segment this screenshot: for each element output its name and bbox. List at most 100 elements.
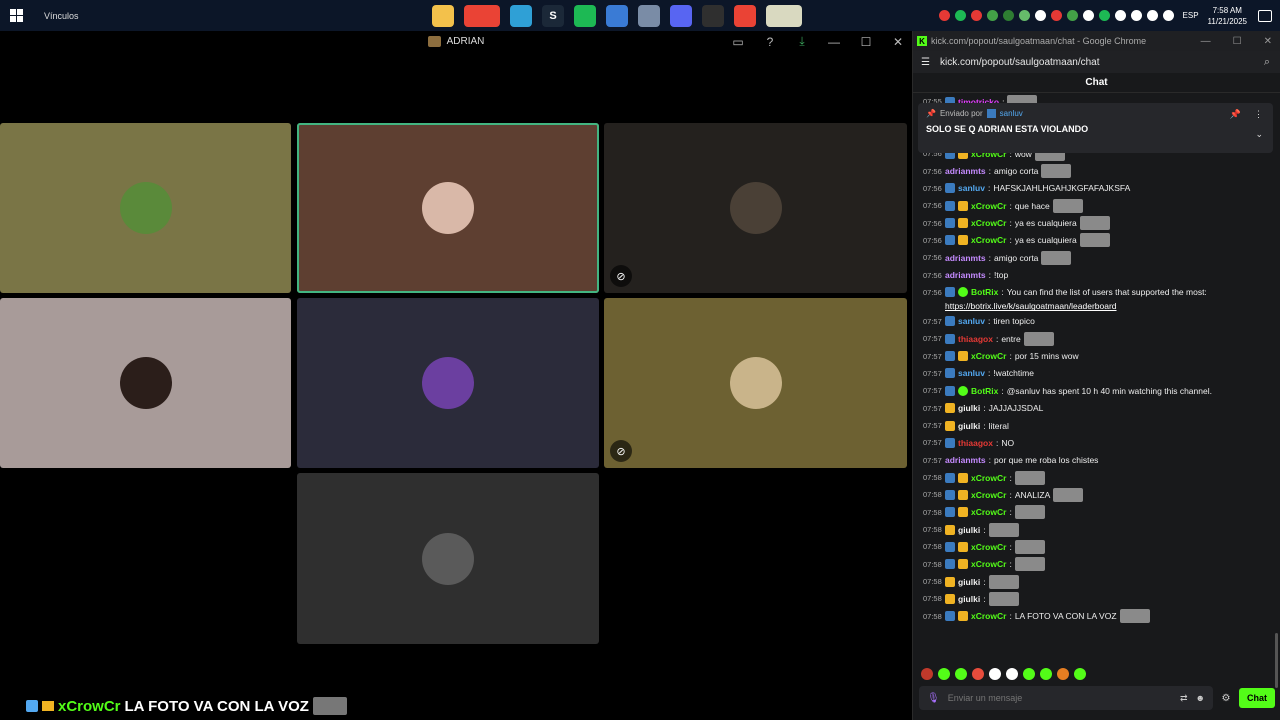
inbox-icon[interactable]: ▭ [730,35,746,49]
tray-icon[interactable] [1082,10,1094,21]
message-username[interactable]: xCrowCr [971,507,1006,517]
url-text[interactable]: kick.com/popout/saulgoatmaan/chat [940,57,1100,68]
tray-icon[interactable] [1098,10,1110,21]
chat-message[interactable]: 07:58 xCrowCr: [923,469,1279,486]
microphone-icon[interactable]: 🎙 [927,693,940,704]
links-toolbar-label[interactable]: Vínculos [44,11,424,21]
message-username[interactable]: BotRix [971,386,998,396]
message-link[interactable]: https://botrix.live/k/saulgoatmaan/leade… [923,301,1279,312]
close-icon[interactable]: ✕ [890,35,906,49]
notes-icon[interactable] [638,4,660,27]
tray-icon[interactable] [1130,10,1142,21]
quick-emote[interactable] [938,668,950,680]
message-username[interactable]: thiaagox [958,438,993,448]
message-username[interactable]: thiaagox [958,334,993,344]
chevron-down-icon[interactable]: ⌄ [1255,129,1263,140]
message-username[interactable]: xCrowCr [971,473,1006,483]
chat-message[interactable]: 07:57 giulki: literal [923,417,1279,434]
tray-icon[interactable] [1146,10,1158,21]
chat-message[interactable]: 07:58 giulki: [923,521,1279,538]
participant-tile[interactable]: ⊘ [604,123,907,293]
maximize-icon[interactable]: ☐ [1233,36,1242,47]
spotify-icon[interactable] [574,4,596,27]
tray-icon[interactable] [1162,10,1174,21]
chat-message[interactable]: 07:58 giulki: [923,573,1279,590]
obs-icon[interactable] [702,4,724,27]
chrome-icon[interactable] [464,4,500,27]
site-settings-icon[interactable]: ☰ [921,57,930,68]
pinned-user[interactable]: sanluv [1000,109,1023,118]
message-username[interactable]: xCrowCr [971,235,1006,245]
chat-messages[interactable]: 07:55timotricko:07:55thiaagox:07:56sanlu… [913,93,1279,691]
minimize-icon[interactable]: — [826,35,842,49]
start-button[interactable] [0,0,32,31]
tray-icon[interactable] [1114,10,1126,21]
message-username[interactable]: xCrowCr [971,218,1006,228]
chat-message[interactable]: 07:56 xCrowCr: ya es cualquiera [923,232,1279,249]
message-username[interactable]: BotRix [971,287,998,298]
message-username[interactable]: giulki [958,421,980,431]
chat-message[interactable]: 07:58 xCrowCr: [923,538,1279,555]
message-username[interactable]: giulki [958,577,980,587]
chat-message[interactable]: 07:56 adrianmts: !top [923,266,1279,283]
emoji-icon[interactable]: ☻ [1196,693,1205,703]
help-icon[interactable]: ? [762,35,778,49]
quick-emote[interactable] [1023,668,1035,680]
participant-tile[interactable]: ⊘ [604,298,907,468]
window-thumbnail-icon[interactable] [766,4,802,27]
tray-icon[interactable] [1034,10,1046,21]
message-username[interactable]: xCrowCr [971,559,1006,569]
chat-message[interactable]: 07:56 xCrowCr: que hace [923,197,1279,214]
quick-emote[interactable] [1057,668,1069,680]
file-explorer-icon[interactable] [432,4,454,27]
chat-input[interactable] [947,693,1172,703]
download-icon[interactable]: ⤓ [794,34,810,49]
quick-emote[interactable] [1040,668,1052,680]
chat-message[interactable]: 07:57 BotRix: @sanluv has spent 10 h 40 mi… [923,382,1279,399]
chat-message[interactable]: 07:56 xCrowCr: ya es cualquiera [923,214,1279,231]
clock[interactable]: 7:58 AM 11/21/2025 [1208,5,1247,27]
chat-message[interactable]: 07:57 thiaagox: entre [923,330,1279,347]
language-indicator[interactable]: ESP [1183,11,1199,20]
quick-emote[interactable] [921,668,933,680]
message-username[interactable]: giulki [958,594,980,604]
message-username[interactable]: sanluv [958,183,985,193]
quick-emote[interactable] [972,668,984,680]
chat-message[interactable]: 07:57 xCrowCr: por 15 mins wow [923,347,1279,364]
store-icon[interactable] [606,4,628,27]
gear-icon[interactable]: ⚙ [1219,693,1233,704]
participant-tile[interactable] [0,123,291,293]
chat-message[interactable]: 07:56 adrianmts: amigo corta [923,249,1279,266]
tray-icon[interactable] [938,10,950,21]
pinned-message[interactable]: 📌 Enviado por sanluv SOLO SE Q ADRIAN ES… [918,103,1273,153]
chat-message[interactable]: 07:57 sanluv: !watchtime [923,365,1279,382]
chat-message[interactable]: 07:58 giulki: [923,590,1279,607]
chat-message[interactable]: 07:58 xCrowCr: ANALIZA [923,486,1279,503]
steam-icon[interactable]: S [542,4,564,27]
quick-emote[interactable] [1074,668,1086,680]
message-username[interactable]: adrianmts [945,253,986,263]
chat-scrollbar[interactable] [1275,93,1278,688]
message-username[interactable]: xCrowCr [971,611,1006,621]
tray-icon[interactable] [954,10,966,21]
chat-message[interactable]: 07:58 xCrowCr: [923,556,1279,573]
quick-emote[interactable] [955,668,967,680]
minimize-icon[interactable]: — [1201,36,1211,47]
chat-message[interactable]: 07:58 xCrowCr: LA FOTO VA CON LA VOZ [923,608,1279,625]
discord-icon[interactable] [670,4,692,27]
notifications-icon[interactable] [1258,9,1272,22]
translate-icon[interactable]: ⇄ [1180,693,1188,704]
message-username[interactable]: xCrowCr [971,490,1006,500]
tray-icon[interactable] [986,10,998,21]
pin-icon[interactable]: 📌 [1230,109,1241,120]
send-chat-button[interactable]: Chat [1239,688,1275,708]
close-icon[interactable]: ✕ [1264,36,1272,47]
maximize-icon[interactable]: ☐ [858,35,874,49]
message-username[interactable]: giulki [958,403,980,413]
message-username[interactable]: xCrowCr [971,542,1006,552]
chrome-profile-icon[interactable] [734,4,756,27]
message-username[interactable]: xCrowCr [971,201,1006,211]
tray-icon[interactable] [1050,10,1062,21]
message-username[interactable]: xCrowCr [971,351,1006,361]
message-username[interactable]: adrianmts [945,270,986,280]
